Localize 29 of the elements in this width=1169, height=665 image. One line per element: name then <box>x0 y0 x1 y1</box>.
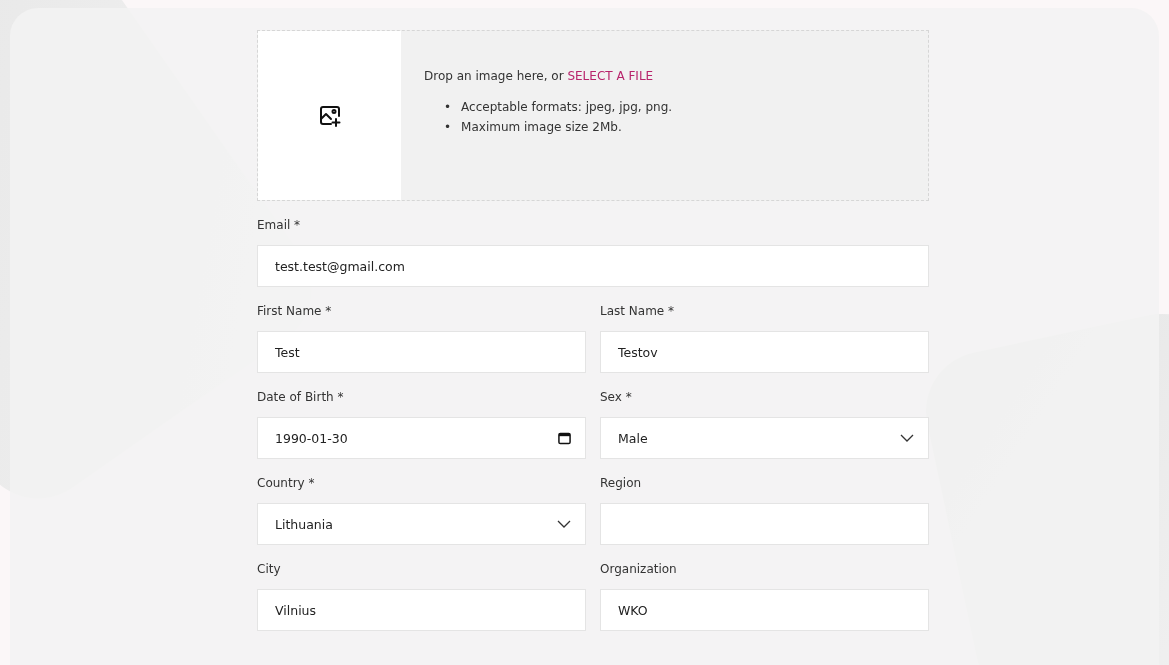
input-field[interactable]: Testov <box>600 331 929 373</box>
bullet: • <box>444 99 452 116</box>
dropzone-prompt: Drop an image here, or SELECT A FILE <box>424 69 655 83</box>
field-label: Last Name * <box>600 304 676 320</box>
field-label: Organization <box>600 562 678 578</box>
input-field[interactable] <box>600 503 929 545</box>
chevron-down-icon <box>900 434 914 442</box>
date-field[interactable]: 1990-01-30 <box>257 417 586 459</box>
add-image-icon <box>317 103 342 128</box>
field-label: Email * <box>257 218 302 234</box>
select-field[interactable]: Lithuania <box>257 503 586 545</box>
chevron-down-icon <box>557 520 571 528</box>
field-label: City <box>257 562 282 578</box>
field-label: Country * <box>257 476 316 492</box>
input-field[interactable]: WKO <box>600 589 929 631</box>
field-label: Sex * <box>600 390 633 406</box>
field-label: Region <box>600 476 643 492</box>
select-file-link[interactable]: SELECT A FILE <box>567 69 654 83</box>
bullet: • <box>444 119 452 136</box>
input-field[interactable]: Vilnius <box>257 589 586 631</box>
select-field[interactable]: Male <box>600 417 929 459</box>
format-rule: Acceptable formats: jpeg, jpg, png. <box>461 99 673 116</box>
format-rule: Maximum image size 2Mb. <box>461 119 622 136</box>
input-field[interactable]: test.test@gmail.com <box>257 245 929 287</box>
input-field[interactable]: Test <box>257 331 586 373</box>
image-dropzone[interactable]: Drop an image here, or SELECT A FILE • Acceptable formats: jpeg, jpg, png. • Maximum image size 2Mb. <box>257 30 929 201</box>
field-label: Date of Birth * <box>257 390 345 406</box>
field-label: First Name * <box>257 304 333 320</box>
calendar-icon[interactable] <box>558 431 571 445</box>
